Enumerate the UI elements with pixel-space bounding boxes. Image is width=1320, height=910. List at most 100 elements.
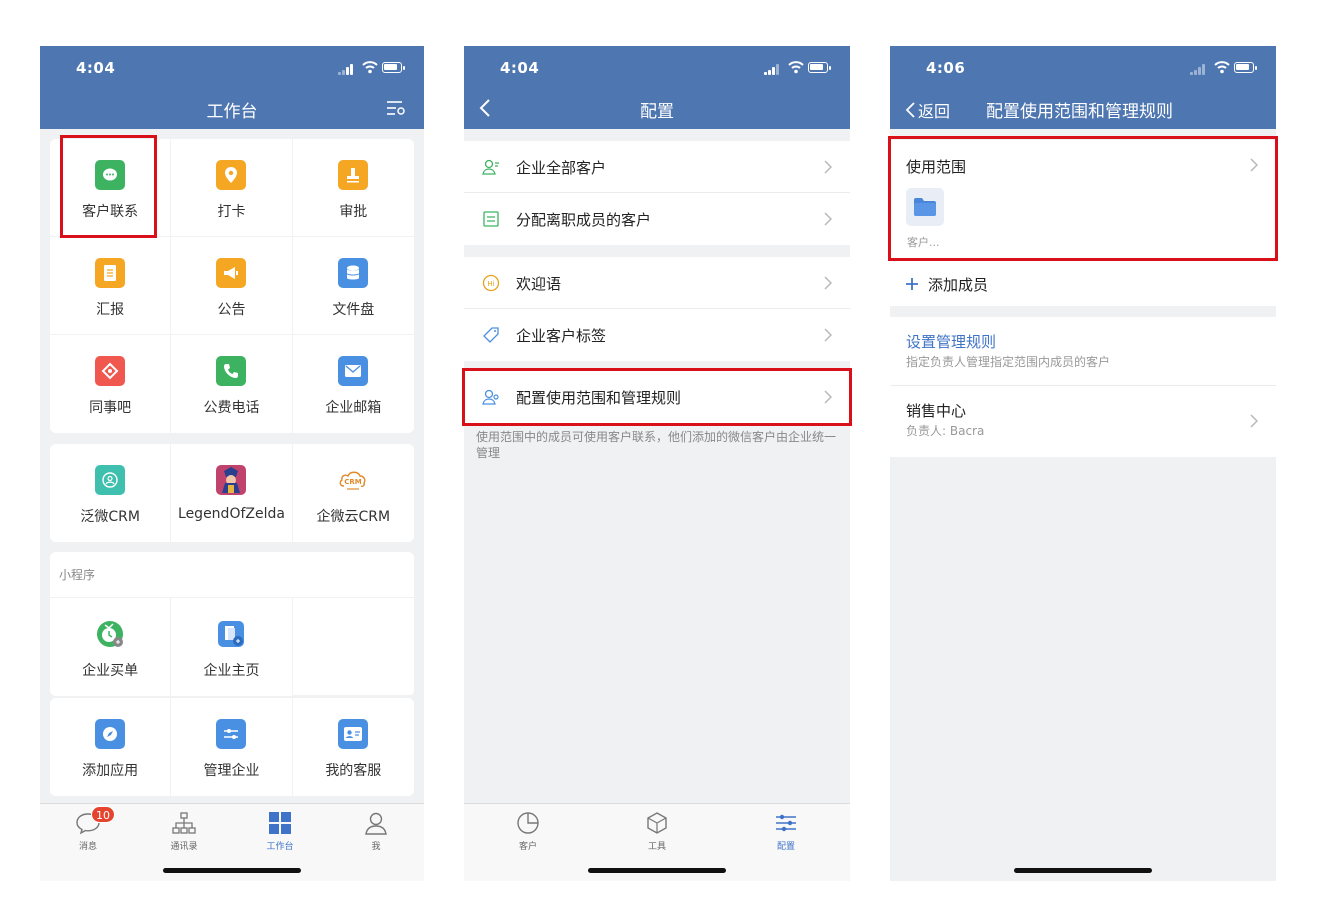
app-tile[interactable]: 公费电话 [171,335,293,433]
customer-group: 企业全部客户 分配离职成员的客户 [464,141,850,245]
set-rules-row[interactable]: 设置管理规则 指定负责人管理指定范围内成员的客户 [890,317,1276,386]
app-tile[interactable]: 同事吧 [50,335,172,433]
signal-icon [338,63,356,75]
nav-bar: 4:06 返回 配置使用范围和管理规则 [890,46,1276,129]
row-assign-departed[interactable]: 分配离职成员的客户 [464,193,850,245]
row-all-customers[interactable]: 企业全部客户 [464,141,850,193]
colleague-icon [95,356,126,386]
org-chart-icon [172,812,196,834]
highlight-scope-section [888,136,1278,261]
app-tile-label: 企业邮箱 [325,400,382,416]
sales-center-row[interactable]: 销售中心 负责人: Bacra [890,386,1276,456]
tab-label: 消息 [78,842,97,852]
sales-center-title: 销售中心 [906,402,967,420]
app-tile[interactable]: 企业主页 [171,598,293,696]
svg-text:CRM: CRM [345,478,363,486]
status-time: 4:06 [926,59,966,77]
svg-text:Hi: Hi [487,280,494,288]
chevron-right-icon [824,328,832,342]
tab-tools[interactable]: 工具 [627,810,687,852]
cube-icon [647,812,667,834]
status-icons [338,61,405,75]
customers-icon [482,159,499,175]
chevron-right-icon [824,276,832,290]
hi-icon: Hi [482,274,500,292]
app-tile-label: 打卡 [217,204,246,220]
app-tile[interactable]: 添加应用 [50,698,172,796]
app-tile[interactable]: 审批 [292,139,414,237]
welcome-group: Hi 欢迎语 企业客户标签 [464,257,850,361]
tab-bar: 客户 工具 配置 [464,803,850,881]
app-tile-label: 企业主页 [203,663,260,679]
battery-icon [808,62,831,73]
row-label: 欢迎语 [516,275,562,293]
app-tile-label: 我的客服 [325,763,382,779]
tag-icon [483,327,499,343]
tab-customers[interactable]: 客户 [498,810,558,852]
settings-list-icon[interactable] [386,99,406,117]
app-tile[interactable]: 打卡 [171,139,293,237]
app-tile[interactable]: CRM 企微云CRM [293,444,414,542]
location-pin-icon [216,160,247,190]
app-card-manage: 添加应用 管理企业 我的客服 [50,698,414,796]
nav-bar: 4:04 工作台 [40,46,424,129]
page-title: 配置 [640,102,674,122]
miniprogram-section-label: 小程序 [50,552,414,598]
app-tile-label: 汇报 [96,302,125,318]
bill-icon [95,619,125,649]
home-indicator [163,868,301,873]
add-member-label: 添加成员 [928,276,989,294]
app-tile[interactable]: 公告 [171,237,293,335]
tab-label: 工具 [647,842,666,852]
service-card-icon [338,719,369,749]
app-tile-label: 泛微CRM [80,509,140,525]
tab-label: 客户 [518,842,537,852]
add-member-row[interactable]: 添加成员 [890,261,1276,306]
tab-workbench[interactable]: 工作台 [250,810,310,852]
report-icon [95,258,126,288]
app-tile-label: 公告 [217,302,246,318]
tab-label: 我 [371,842,381,852]
app-tile-label: 公费电话 [203,400,260,416]
unread-badge: 10 [91,806,115,823]
app-tile[interactable]: 企业买单 [50,598,172,696]
app-tile[interactable]: 汇报 [50,237,172,335]
back-button[interactable]: 返回 [904,98,950,122]
signal-icon [1190,63,1208,75]
app-tile[interactable]: 我的客服 [293,698,414,796]
app-tile-label: 企微云CRM [316,509,391,525]
app-tile-label: LegendOfZelda [178,506,285,522]
sliders-icon [216,719,247,749]
tab-bar: 10 消息 通讯录 工作台 我 [40,803,424,881]
app-card-third-party: 泛微CRM LegendOfZelda CRM 企微云CRM [50,444,414,542]
signal-icon [764,63,782,75]
status-icons [764,61,831,75]
tab-label: 通讯录 [170,842,198,852]
chevron-right-icon [824,212,832,226]
nav-bar: 4:04 配置 [464,46,850,129]
tab-config[interactable]: 配置 [756,810,816,852]
tab-label: 配置 [776,842,795,852]
app-tile-label: 管理企业 [203,763,260,779]
compass-icon [95,719,126,749]
status-time: 4:04 [500,59,540,77]
wifi-icon [362,61,378,74]
empty-cell [292,598,414,696]
wifi-icon [1214,61,1230,74]
tab-contacts[interactable]: 通讯录 [154,810,214,852]
app-tile[interactable]: 文件盘 [292,237,414,335]
set-rules-desc: 指定负责人管理指定范围内成员的客户 [906,355,1111,369]
status-icons [1190,61,1257,75]
config-sliders-icon [776,814,796,832]
row-customer-tags[interactable]: 企业客户标签 [464,309,850,361]
app-tile-label: 审批 [339,204,368,220]
app-tile[interactable]: 泛微CRM [50,444,172,542]
app-tile[interactable]: LegendOfZelda [171,444,293,542]
app-tile[interactable]: 企业邮箱 [293,335,414,433]
app-tile[interactable]: 管理企业 [171,698,293,796]
wifi-icon [788,61,804,74]
game-avatar-icon [216,465,247,495]
tab-messages[interactable]: 10 消息 [58,806,118,852]
tab-me[interactable]: 我 [346,810,406,852]
row-welcome-message[interactable]: Hi 欢迎语 [464,257,850,309]
